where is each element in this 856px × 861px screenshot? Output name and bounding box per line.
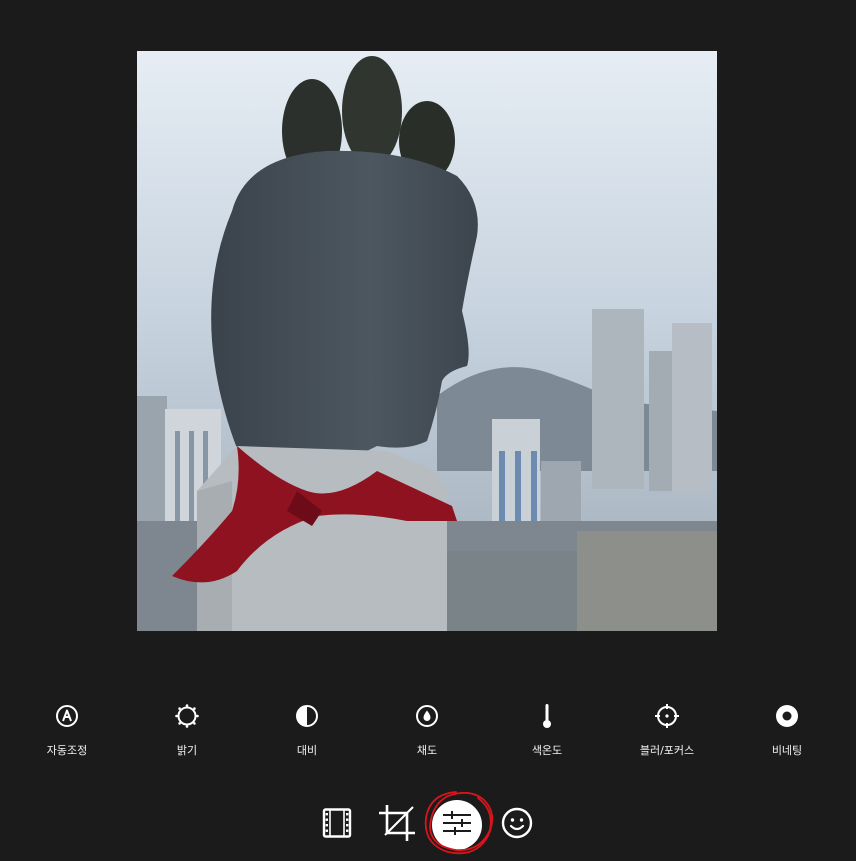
adjust-brightness-label: 밝기 — [176, 744, 198, 757]
film-icon — [322, 808, 352, 842]
auto-adjust-icon — [54, 703, 80, 729]
bottom-navigation — [0, 795, 856, 855]
adjust-tab-highlight — [432, 800, 482, 850]
photo-preview — [137, 51, 717, 631]
adjust-saturation-label: 채도 — [416, 744, 438, 757]
drop-icon — [414, 703, 440, 729]
crosshair-icon — [654, 703, 680, 729]
adjust-contrast-label: 대비 — [296, 744, 318, 757]
adjust-saturation-button[interactable]: 채도 — [367, 703, 487, 763]
contrast-icon — [294, 703, 320, 729]
smiley-icon — [501, 807, 533, 843]
crop-icon — [377, 803, 417, 847]
adjust-contrast-button[interactable]: 대비 — [247, 703, 367, 763]
sliders-icon — [442, 810, 472, 840]
sticker-tab-button[interactable] — [487, 795, 547, 855]
adjust-vignette-label: 비네팅 — [771, 744, 803, 757]
adjust-vignette-button[interactable]: 비네팅 — [727, 703, 847, 763]
adjust-temperature-label: 색온도 — [531, 744, 563, 757]
adjust-blur-label: 블러/포커스 — [639, 744, 695, 757]
crop-tab-button[interactable] — [367, 795, 427, 855]
adjust-auto-button[interactable]: 자동조정 — [7, 703, 127, 763]
adjust-temperature-button[interactable]: 색온도 — [487, 703, 607, 763]
vignette-icon — [774, 703, 800, 729]
sun-icon — [174, 703, 200, 729]
filter-tab-button[interactable] — [307, 795, 367, 855]
adjust-blur-button[interactable]: 블러/포커스 — [607, 703, 727, 763]
adjust-brightness-button[interactable]: 밝기 — [127, 703, 247, 763]
thermometer-icon — [534, 703, 560, 729]
adjust-auto-label: 자동조정 — [46, 744, 88, 757]
adjust-tab-button[interactable] — [427, 795, 487, 855]
adjustment-toolbar: 자동조정 밝기 대비 채도 색온도 블러/포커스 비네팅 — [7, 703, 847, 763]
